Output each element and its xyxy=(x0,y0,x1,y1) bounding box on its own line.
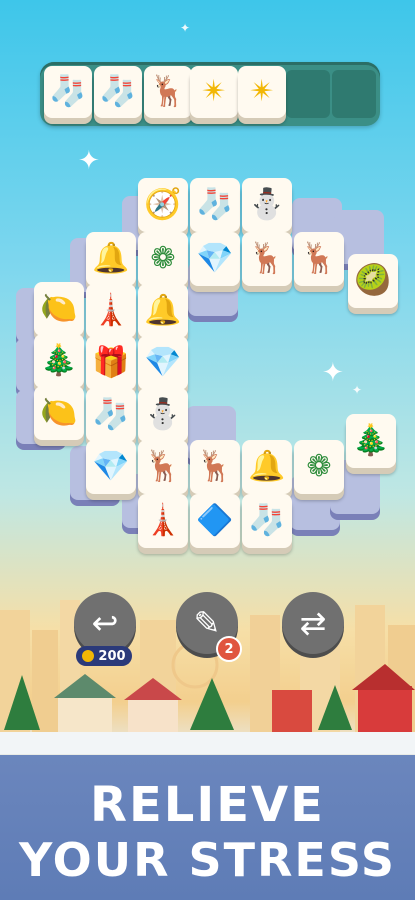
stocking-icon: 🧦 xyxy=(99,74,137,109)
board-tile[interactable]: 🧭 xyxy=(138,178,188,232)
board-tile[interactable]: 🥝 xyxy=(348,254,398,308)
reindeer-icon: 🦌 xyxy=(248,241,286,276)
board-tile[interactable]: 🔔 xyxy=(242,440,292,494)
undo-cost-badge: 200 xyxy=(76,646,132,666)
slogan-line-1: RELIEVE xyxy=(90,777,325,833)
board-tile[interactable]: 🍋 xyxy=(34,386,84,440)
undo-icon: ↩ xyxy=(91,604,119,642)
magic-wand-count: 2 xyxy=(224,641,234,657)
gem-icon: 💎 xyxy=(196,241,234,276)
board-tile[interactable]: ⛄ xyxy=(138,388,188,442)
sparkle-icon: ✦ xyxy=(322,358,344,388)
stocking-icon: 🧦 xyxy=(49,74,87,109)
reindeer-icon: 🦌 xyxy=(144,449,182,484)
board-tile[interactable]: 🦌 xyxy=(294,232,344,286)
lemon-icon: 🍋 xyxy=(40,291,78,326)
tray-tile: ✴ xyxy=(190,66,238,118)
board-tile[interactable]: 🧦 xyxy=(242,494,292,548)
star-icon: ✴ xyxy=(201,74,227,109)
board-tile[interactable]: 🧦 xyxy=(190,178,240,232)
board-tile[interactable]: 🔷 xyxy=(190,494,240,548)
magic-wand-count-badge: 2 xyxy=(216,636,242,662)
empty-tray-slot xyxy=(332,70,376,118)
wreath-icon: ❁ xyxy=(306,449,332,484)
snowman-icon: ⛄ xyxy=(144,397,182,432)
bell-icon: 🔔 xyxy=(248,449,286,484)
promo-banner: RELIEVE YOUR STRESS xyxy=(0,755,415,900)
star-icon: ✴ xyxy=(249,74,275,109)
blue-gem-icon: 🔷 xyxy=(196,503,234,538)
board-tile[interactable]: 🍋 xyxy=(34,282,84,336)
sparkle-icon: ✦ xyxy=(180,21,191,35)
board-tile[interactable]: ❁ xyxy=(294,440,344,494)
shuffle-icon: ⇄ xyxy=(299,604,327,642)
tile-tray: 🧦 🧦 🦌 ✴ ✴ xyxy=(40,62,380,126)
lighthouse-icon: 🗼 xyxy=(92,293,130,328)
board-tile[interactable]: 🎄 xyxy=(34,334,84,388)
board-tile[interactable]: 🦌 xyxy=(138,440,188,494)
board-tile[interactable]: 🎄 xyxy=(346,414,396,468)
gift-icon: 🎁 xyxy=(92,345,130,380)
tray-tile: ✴ xyxy=(238,66,286,118)
stocking-icon: 🧦 xyxy=(248,503,286,538)
undo-button[interactable]: ↩ xyxy=(74,592,136,654)
holly-bell-icon: 🔔 xyxy=(144,293,182,328)
board-tile[interactable]: 🦌 xyxy=(242,232,292,286)
reindeer-icon: 🦌 xyxy=(196,449,234,484)
tree-icon: 🎄 xyxy=(352,423,390,458)
gem-icon: 💎 xyxy=(92,449,130,484)
stocking-icon: 🧦 xyxy=(196,187,234,222)
board-tile[interactable]: 🗼 xyxy=(86,284,136,338)
wreath-icon: ❁ xyxy=(150,241,176,276)
shuffle-button[interactable]: ⇄ xyxy=(282,592,344,654)
board-tile[interactable]: ❁ xyxy=(138,232,188,286)
board-tile[interactable]: 💎 xyxy=(190,232,240,286)
kiwi-icon: 🥝 xyxy=(354,263,392,298)
magic-wand-icon: ✎ xyxy=(193,604,221,642)
tray-tile: 🧦 xyxy=(94,66,142,118)
sparkle-icon: ✦ xyxy=(78,146,100,176)
undo-cost: 200 xyxy=(98,648,126,664)
reindeer-icon: 🦌 xyxy=(149,74,187,109)
board-tile[interactable]: 🔔 xyxy=(138,284,188,338)
lemon-icon: 🍋 xyxy=(40,395,78,430)
board-tile[interactable]: 🦌 xyxy=(190,440,240,494)
coin-icon xyxy=(82,650,95,662)
empty-tray-slot xyxy=(286,70,330,118)
board-tile[interactable]: 🧦 xyxy=(86,388,136,442)
gem-icon: 💎 xyxy=(144,345,182,380)
board-tile[interactable]: 🗼 xyxy=(138,494,188,548)
tree-icon: 🎄 xyxy=(40,343,78,378)
compass-icon: 🧭 xyxy=(144,187,182,222)
board-tile[interactable]: 🎁 xyxy=(86,336,136,390)
board-tile[interactable]: ⛄ xyxy=(242,178,292,232)
tray-tile: 🦌 xyxy=(144,66,192,118)
reindeer-icon: 🦌 xyxy=(300,241,338,276)
bell-icon: 🔔 xyxy=(92,241,130,276)
board-tile[interactable]: 💎 xyxy=(138,336,188,390)
board-tile[interactable]: 💎 xyxy=(86,440,136,494)
board-tile[interactable]: 🔔 xyxy=(86,232,136,286)
sparkle-icon: ✦ xyxy=(352,383,363,397)
snowy-ground xyxy=(0,732,415,754)
stocking-icon: 🧦 xyxy=(92,397,130,432)
lighthouse-icon: 🗼 xyxy=(144,503,182,538)
snowman-icon: ⛄ xyxy=(248,187,286,222)
slogan-line-2: YOUR STRESS xyxy=(18,833,397,887)
tray-tile: 🧦 xyxy=(44,66,92,118)
